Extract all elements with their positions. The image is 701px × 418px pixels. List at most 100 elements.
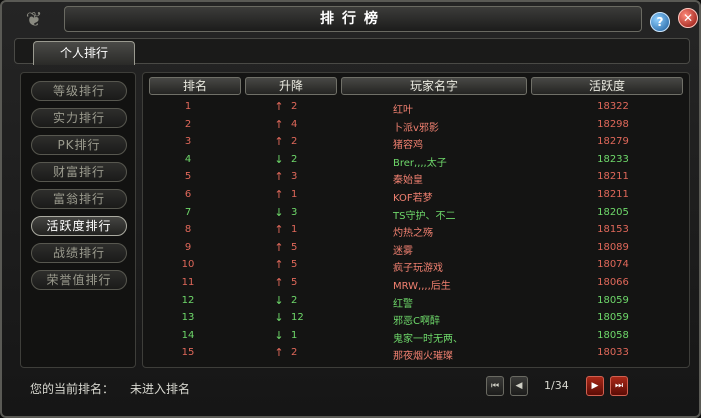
sidebar-item-3[interactable]: PK排行 (31, 135, 127, 155)
page-indicator: 1/34 (544, 379, 569, 392)
arrow-down-icon: ↓ (274, 293, 284, 307)
rank-cell: 10 (181, 259, 195, 271)
change-cell: 2 (291, 347, 298, 359)
player-name-cell[interactable]: KOF若梦 (393, 189, 433, 204)
player-name-cell[interactable]: 灼热之殇 (393, 224, 433, 239)
rank-cell: 14 (181, 329, 195, 341)
table-row[interactable]: 15 ↑ 2 那夜烟火璀璨 18033 (143, 345, 691, 362)
change-cell: 1 (291, 189, 298, 200)
rank-cell: 11 (181, 277, 195, 288)
tab-personal-ranking[interactable]: 个人排行 (33, 41, 135, 65)
arrow-up-icon: ↑ (274, 170, 284, 184)
table-row[interactable]: 1 ↑ 2 红叶 18322 (143, 99, 691, 116)
sidebar-item-1[interactable]: 等级排行 (31, 81, 127, 101)
table-row[interactable]: 11 ↑ 5 MRW,,,,后生 18066 (143, 275, 691, 292)
activity-cell: 18233 (597, 153, 629, 165)
player-name-cell[interactable]: 那夜烟火璀璨 (393, 347, 453, 362)
rank-cell: 8 (184, 224, 192, 236)
arrow-down-icon: ↓ (274, 328, 284, 342)
header-change[interactable]: 升降 (245, 77, 337, 95)
arrow-down-icon: ↓ (274, 152, 284, 166)
sidebar-item-8[interactable]: 荣誉值排行 (31, 270, 127, 290)
change-cell: 2 (291, 136, 298, 148)
current-rank-label: 您的当前排名： (30, 382, 115, 396)
activity-cell: 18298 (597, 118, 629, 130)
rank-cell: 7 (184, 206, 192, 218)
help-button[interactable]: ? (650, 12, 670, 32)
table-row[interactable]: 9 ↑ 5 迷雾 18089 (143, 240, 691, 257)
table-row[interactable]: 7 ↓ 3 TS守护、不二 18205 (143, 205, 691, 222)
ranking-window: ❦ 排行榜 ? ✕ 个人排行 等级排行实力排行 PK排行财富排行富翁排行活跃度排行… (0, 0, 701, 418)
table-row[interactable]: 5 ↑ 3 秦始皇 18211 (143, 169, 691, 186)
sidebar-item-6[interactable]: 活跃度排行 (31, 216, 127, 236)
change-cell: 5 (291, 241, 298, 253)
activity-cell: 18059 (597, 294, 629, 306)
sidebar-item-7[interactable]: 战绩排行 (31, 243, 127, 263)
sidebar-item-5[interactable]: 富翁排行 (31, 189, 127, 209)
player-name-cell[interactable]: 迷雾 (393, 242, 413, 257)
activity-cell: 18211 (597, 189, 629, 200)
table-row[interactable]: 14 ↓ 1 鬼家一时无两、 18058 (143, 328, 691, 345)
first-page-icon: ⏮ (490, 381, 500, 391)
sidebar-item-4[interactable]: 财富排行 (31, 162, 127, 182)
change-cell: 3 (291, 206, 298, 218)
rank-cell: 2 (184, 118, 192, 130)
left-wing-ornament-icon: ❦ (25, 7, 43, 31)
first-page-button[interactable]: ⏮ (486, 376, 504, 396)
table-row[interactable]: 10 ↑ 5 疯子玩游戏 18074 (143, 257, 691, 274)
activity-cell: 18205 (597, 206, 629, 218)
arrow-up-icon: ↑ (274, 258, 284, 272)
player-name-cell[interactable]: 鬼家一时无两、 (393, 330, 463, 345)
table-row[interactable]: 12 ↓ 2 红警 18059 (143, 293, 691, 310)
player-name-cell[interactable]: 秦始皇 (393, 171, 423, 186)
player-name-cell[interactable]: 红警 (393, 295, 413, 310)
header-rank[interactable]: 排名 (149, 77, 241, 95)
rank-cell: 3 (184, 136, 192, 148)
change-cell: 2 (291, 153, 298, 165)
change-cell: 5 (291, 277, 298, 288)
header-activity[interactable]: 活跃度 (531, 77, 683, 95)
player-name-cell[interactable]: 卜派v邪影 (393, 119, 439, 134)
sidebar-item-2[interactable]: 实力排行 (31, 108, 127, 128)
player-name-cell[interactable]: 猪容鸡 (393, 136, 423, 151)
table-row[interactable]: 4 ↓ 2 Brer,,,,太子 18233 (143, 152, 691, 169)
arrow-down-icon: ↓ (274, 205, 284, 219)
table-row[interactable]: 8 ↑ 1 灼热之殇 18153 (143, 222, 691, 239)
change-cell: 2 (291, 101, 298, 112)
arrow-up-icon: ↑ (274, 276, 284, 289)
table-row[interactable]: 13 ↓ 12 邪恶C啊醉 18059 (143, 310, 691, 327)
rank-cell: 13 (181, 312, 195, 324)
arrow-up-icon: ↑ (274, 188, 284, 201)
activity-cell: 18059 (597, 312, 629, 324)
player-name-cell[interactable]: Brer,,,,太子 (393, 154, 447, 169)
player-name-cell[interactable]: 邪恶C啊醉 (393, 312, 440, 327)
activity-cell: 18058 (597, 329, 629, 341)
table-row[interactable]: 3 ↑ 2 猪容鸡 18279 (143, 134, 691, 151)
rank-cell: 6 (184, 189, 192, 200)
arrow-up-icon: ↑ (274, 346, 284, 360)
player-name-cell[interactable]: MRW,,,,后生 (393, 277, 451, 292)
last-page-button[interactable]: ⏭ (610, 376, 628, 396)
activity-cell: 18033 (597, 347, 629, 359)
window-title: 排行榜 (64, 6, 642, 32)
change-cell: 12 (291, 312, 304, 324)
change-cell: 5 (291, 259, 298, 271)
prev-page-button[interactable]: ◀ (510, 376, 528, 396)
next-page-icon: ▶ (591, 381, 599, 391)
rank-cell: 5 (184, 171, 192, 183)
activity-cell: 18322 (597, 101, 629, 112)
activity-cell: 18089 (597, 241, 629, 253)
last-page-icon: ⏭ (614, 381, 624, 391)
table-row[interactable]: 2 ↑ 4 卜派v邪影 18298 (143, 117, 691, 134)
change-cell: 4 (291, 118, 298, 130)
activity-cell: 18279 (597, 136, 629, 148)
header-player-name[interactable]: 玩家名字 (341, 77, 527, 95)
change-cell: 2 (291, 294, 298, 306)
prev-page-icon: ◀ (515, 381, 523, 391)
next-page-button[interactable]: ▶ (586, 376, 604, 396)
table-row[interactable]: 6 ↑ 1 KOF若梦 18211 (143, 187, 691, 204)
player-name-cell[interactable]: 红叶 (393, 101, 413, 116)
close-button[interactable]: ✕ (678, 8, 698, 28)
player-name-cell[interactable]: TS守护、不二 (393, 207, 455, 222)
player-name-cell[interactable]: 疯子玩游戏 (393, 259, 443, 274)
